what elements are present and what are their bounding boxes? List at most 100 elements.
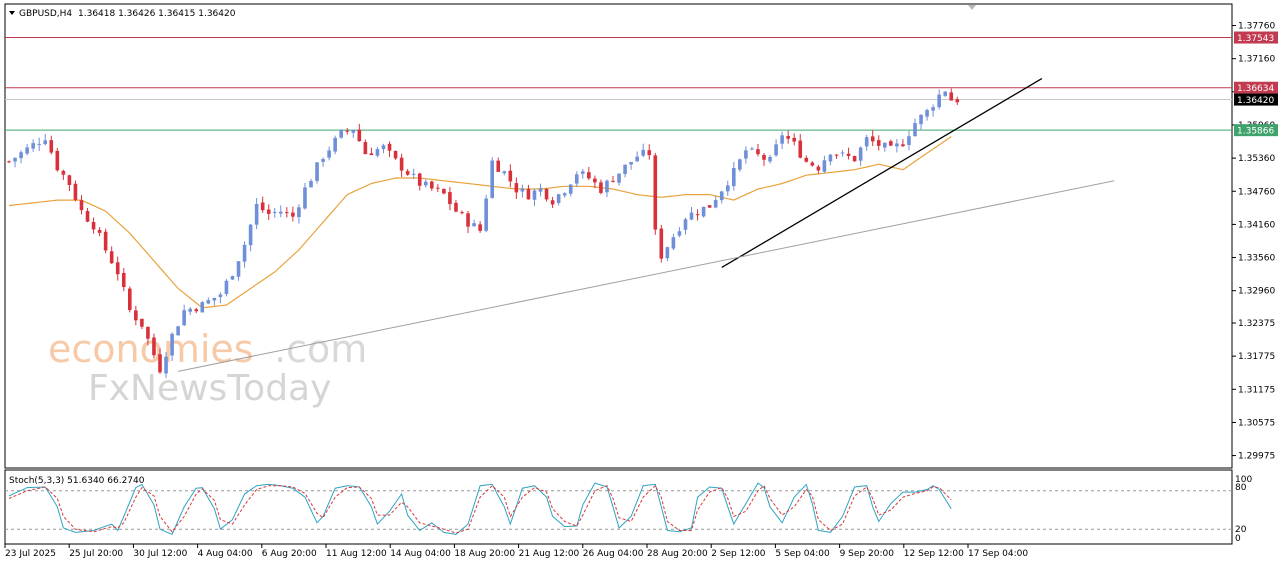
bear-candle — [357, 129, 362, 142]
bull-candle — [200, 302, 205, 313]
x-tick-label: 30 Jul 12:00 — [133, 549, 187, 559]
y-tick-label: 1.32375 — [1238, 319, 1275, 329]
bull-candle — [907, 136, 911, 145]
y-tick-label: 1.35360 — [1238, 154, 1275, 164]
bear-candle — [846, 153, 851, 156]
bear-candle — [260, 202, 265, 211]
bear-candle — [955, 99, 960, 103]
bear-candle — [55, 150, 60, 171]
bear-candle — [436, 187, 440, 189]
bear-candle — [659, 228, 664, 259]
bull-candle — [683, 219, 688, 230]
y-tick-label: 1.37160 — [1238, 55, 1275, 65]
bull-candle — [236, 261, 241, 277]
bull-candle — [629, 161, 633, 165]
bear-candle — [514, 183, 519, 193]
y-tick-label: 1.30575 — [1238, 418, 1275, 428]
bear-candle — [140, 318, 144, 327]
x-tick-label: 12 Sep 12:00 — [904, 549, 964, 559]
bull-candle — [822, 160, 827, 172]
bull-candle — [913, 123, 917, 137]
bull-candle — [931, 107, 935, 111]
bear-candle — [870, 136, 875, 142]
bull-candle — [31, 143, 35, 149]
bear-candle — [345, 130, 350, 132]
bear-candle — [460, 212, 464, 214]
x-axis: 23 Jul 2025 25 Jul 20:00 30 Jul 12:00 4 Aug… — [4, 544, 1028, 559]
bull-candle — [581, 171, 585, 174]
bear-candle — [285, 212, 289, 214]
bear-candle — [695, 214, 700, 216]
bear-candle — [399, 157, 404, 171]
bear-candle — [762, 155, 766, 160]
bull-candle — [37, 143, 41, 145]
bull-candle — [248, 224, 253, 246]
bear-candle — [798, 140, 803, 158]
resistance-price-text: 1.36634 — [1237, 84, 1274, 94]
bull-candle — [472, 223, 476, 227]
bear-candle — [901, 144, 905, 147]
y-tick-label: 1.31775 — [1238, 352, 1275, 362]
bull-candle — [701, 206, 706, 217]
bear-candle — [786, 136, 790, 139]
bull-candle — [828, 154, 833, 162]
bear-candle — [647, 150, 652, 156]
bull-candle — [297, 207, 301, 218]
bear-candle — [508, 170, 513, 182]
bear-candle — [442, 188, 446, 194]
bear-candle — [97, 230, 102, 233]
stoch-level-80: 80 — [1235, 483, 1247, 493]
bull-candle — [605, 180, 609, 193]
bull-candle — [170, 333, 174, 356]
bull-candle — [254, 204, 259, 225]
bull-candle — [562, 193, 567, 196]
bear-candle — [194, 309, 199, 312]
bull-candle — [677, 231, 682, 236]
bull-candle — [937, 94, 941, 108]
bear-candle — [526, 188, 531, 200]
bear-candle — [115, 262, 120, 275]
bull-candle — [774, 144, 778, 156]
bear-candle — [369, 153, 374, 156]
bear-candle — [146, 326, 150, 339]
bear-candle — [544, 188, 549, 200]
y-tick-label: 1.33560 — [1238, 254, 1275, 264]
x-tick-label: 18 Aug 20:00 — [454, 549, 515, 559]
chart-canvas[interactable]: economies .com FxNewsToday 1.37760 1.3716… — [0, 0, 1280, 567]
bull-candle — [925, 110, 929, 117]
bull-candle — [309, 180, 313, 188]
y-tick-label: 1.34160 — [1238, 220, 1275, 230]
bear-candle — [134, 310, 138, 321]
symbol-label: GBPUSD,H4 — [19, 9, 72, 19]
y-tick-label: 1.31175 — [1238, 385, 1275, 395]
bull-candle — [617, 173, 621, 183]
x-tick-label: 25 Jul 20:00 — [69, 549, 123, 559]
bull-candle — [641, 149, 645, 156]
x-tick-label: 21 Aug 12:00 — [519, 549, 580, 559]
bear-candle — [448, 192, 452, 205]
bear-candle — [61, 170, 66, 175]
bull-candle — [883, 142, 887, 148]
bull-candle — [188, 308, 192, 312]
bear-candle — [363, 142, 368, 155]
x-tick-label: 26 Aug 04:00 — [583, 549, 644, 559]
x-tick-label: 28 Aug 20:00 — [647, 549, 708, 559]
bull-candle — [351, 129, 356, 133]
bull-candle — [303, 187, 307, 209]
bull-candle — [315, 162, 319, 181]
resistance-price-text: 1.37543 — [1237, 34, 1274, 44]
bull-candle — [665, 247, 670, 259]
support-price-text: 1.35866 — [1237, 127, 1274, 137]
bear-candle — [653, 155, 658, 230]
bull-candle — [25, 147, 29, 154]
bull-candle — [423, 181, 428, 186]
bull-candle — [750, 148, 754, 150]
bull-candle — [230, 276, 235, 280]
bear-candle — [593, 178, 597, 183]
bear-candle — [128, 288, 132, 311]
bear-candle — [387, 143, 392, 151]
bear-candle — [550, 200, 555, 205]
bear-candle — [587, 172, 591, 179]
y-tick-label: 1.32960 — [1238, 287, 1275, 297]
stoch-label: Stoch(5,3,3) 51.6340 66.2740 — [9, 476, 145, 486]
